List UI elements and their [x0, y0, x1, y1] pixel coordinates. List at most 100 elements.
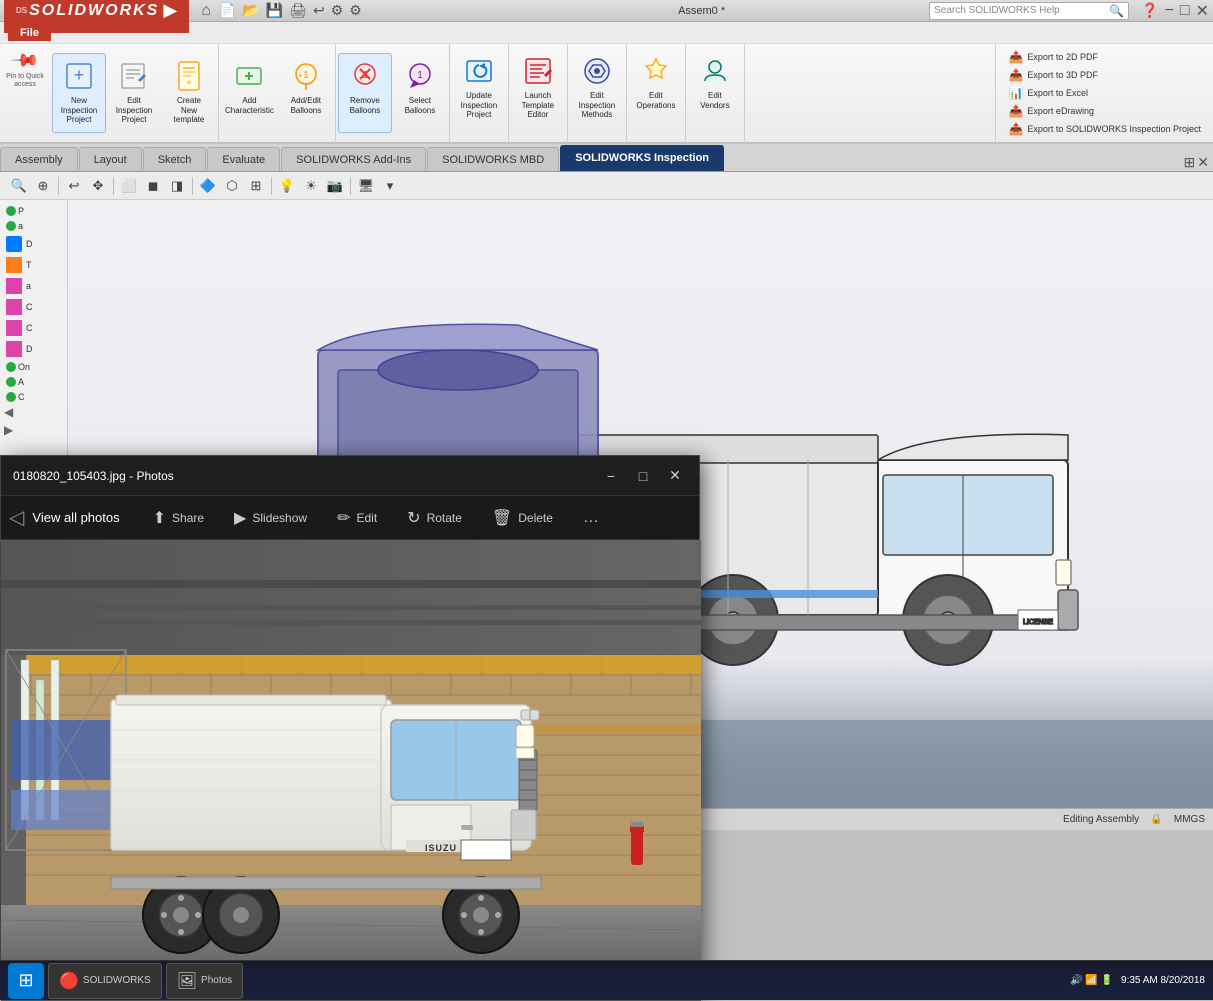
inspection-project-group: + NewInspectionProject EditInspectionPro… — [50, 44, 219, 142]
edit-inspection-project-button[interactable]: EditInspectionProject — [107, 53, 161, 133]
lp-item-d: D — [4, 234, 63, 254]
export-sw-project-button[interactable]: 📤 Export to SOLIDWORKS Inspection Projec… — [1004, 120, 1205, 138]
taskbar-solidworks-item[interactable]: 🔴 SOLIDWORKS — [48, 963, 162, 999]
photos-minimize-btn[interactable]: − — [599, 464, 623, 488]
ds-prefix: DS — [16, 6, 27, 15]
wireframe-btn[interactable]: ⬜ — [118, 175, 140, 197]
share-btn[interactable]: ⬆ Share — [140, 501, 217, 535]
maximize-sw-btn[interactable]: □ — [1180, 2, 1190, 20]
add-characteristic-button[interactable]: AddCharacteristic — [221, 53, 278, 133]
settings-icon[interactable]: ⚙ — [349, 2, 362, 19]
ribbon-toolbar: 📌 Pin to Quickaccess + NewInspectionProj… — [0, 44, 1213, 144]
photos-close-btn[interactable]: ✕ — [663, 464, 687, 488]
undo-icon[interactable]: ↩ — [313, 2, 325, 19]
edit-inspection-methods-button[interactable]: EditInspectionMethods — [570, 48, 624, 138]
tab-solidworks-addins[interactable]: SOLIDWORKS Add-Ins — [281, 147, 426, 171]
expand-left-panel[interactable]: ▶ — [4, 423, 63, 437]
pin-button[interactable]: 📌 Pin to Quickaccess — [0, 44, 50, 142]
system-top-bar: DS SOLIDWORKS ▶ ⌂ 📄 📂 💾 🖨 ↩ ⚙ ⚙ Assem0 *… — [0, 0, 1213, 22]
tab-sketch[interactable]: Sketch — [143, 147, 207, 171]
rotate-btn[interactable]: ↩ — [63, 175, 85, 197]
perspective-btn[interactable]: 🔷 — [197, 175, 219, 197]
tab-evaluate[interactable]: Evaluate — [207, 147, 280, 171]
tab-assembly[interactable]: Assembly — [0, 147, 78, 171]
export-excel-icon: 📊 — [1008, 86, 1023, 100]
export-excel-button[interactable]: 📊 Export to Excel — [1004, 84, 1205, 102]
export-3d-pdf-button[interactable]: 📤 Export to 3D PDF — [1004, 66, 1205, 84]
lp-item-a2: a — [4, 276, 63, 296]
new-inspection-project-button[interactable]: + NewInspectionProject — [52, 53, 106, 133]
template-editor-group: LaunchTemplateEditor — [509, 44, 568, 142]
tab-solidworks-mbd[interactable]: SOLIDWORKS MBD — [427, 147, 559, 171]
rotate-btn[interactable]: ↻ Rotate — [394, 501, 475, 535]
home-icon[interactable]: ⌂ — [201, 2, 211, 20]
operations-group: EditOperations — [627, 44, 686, 142]
pan-btn[interactable]: ✥ — [87, 175, 109, 197]
export-sw-project-icon: 📤 — [1008, 122, 1023, 136]
normal-view-btn[interactable]: ⬡ — [221, 175, 243, 197]
lp-item-d2: D — [4, 339, 63, 359]
view-orient-btn[interactable]: ⊞ — [245, 175, 267, 197]
appearance-btn[interactable]: 💡 — [276, 175, 298, 197]
new-icon[interactable]: 📄 — [219, 2, 236, 19]
close-sw-btn[interactable]: ✕ — [1196, 1, 1209, 21]
lp-item-p: P — [4, 204, 63, 218]
status-right: Editing Assembly 🔒 MMGS — [1063, 814, 1205, 825]
export-edrawing-button[interactable]: 📤 Export eDrawing — [1004, 102, 1205, 120]
update-inspection-project-button[interactable]: UpdateInspectionProject — [452, 48, 506, 138]
export-2d-pdf-button[interactable]: 📤 Export to 2D PDF — [1004, 48, 1205, 66]
shaded-btn[interactable]: ◼ — [142, 175, 164, 197]
collapse-left-panel[interactable]: ◀ — [4, 405, 63, 419]
lights-btn[interactable]: ☀ — [300, 175, 322, 197]
rebuild-icon[interactable]: ⚙ — [331, 2, 344, 19]
photos-maximize-btn[interactable]: □ — [631, 464, 655, 488]
tab-solidworks-inspection[interactable]: SOLIDWORKS Inspection — [560, 145, 724, 171]
export-edrawing-label: Export eDrawing — [1027, 106, 1094, 116]
open-icon[interactable]: 📂 — [242, 2, 259, 19]
create-new-template-button[interactable]: + CreateNewtemplate — [162, 53, 216, 133]
view-all-photos-btn[interactable]: View all photos — [32, 510, 119, 525]
zoom-in-btn[interactable]: 🔍 — [8, 175, 30, 197]
save-icon[interactable]: 💾 — [266, 2, 283, 19]
edit-btn[interactable]: ✏ Edit — [324, 501, 390, 535]
toolbar-sep-4 — [271, 177, 272, 195]
taskbar-clock: 9:35 AM 8/20/2018 — [1121, 975, 1205, 986]
view-toolbar: 🔍 ⊕ ↩ ✥ ⬜ ◼ ◨ 🔷 ⬡ ⊞ 💡 ☀ 📷 🖥 ▾ — [0, 172, 1213, 200]
more-views-btn[interactable]: ▾ — [379, 175, 401, 197]
tab-layout[interactable]: Layout — [79, 147, 142, 171]
export-3d-pdf-label: Export to 3D PDF — [1027, 70, 1098, 80]
edit-vendors-button[interactable]: EditVendors — [688, 48, 742, 138]
file-menu[interactable]: File — [8, 25, 51, 41]
lp-item-a: a — [4, 219, 63, 233]
photos-taskbar-icon: 🖼 — [177, 971, 197, 991]
select-balloons-label: SelectBalloons — [405, 96, 436, 115]
more-btn[interactable]: … — [570, 502, 612, 534]
lock-icon: 🔒 — [1150, 814, 1162, 825]
taskbar-photos-item[interactable]: 🖼 Photos — [166, 963, 243, 999]
print-icon[interactable]: 🖨 — [289, 2, 307, 19]
rotate-label: Rotate — [427, 511, 462, 525]
display-btn[interactable]: 🖥 — [355, 175, 377, 197]
help-icon[interactable]: ❓ — [1141, 2, 1158, 19]
section-view-btn[interactable]: ◨ — [166, 175, 188, 197]
expand-tab-icon[interactable]: ⊞ — [1184, 154, 1196, 171]
select-balloons-button[interactable]: 1 SelectBalloons — [393, 53, 447, 133]
search-icon[interactable]: 🔍 — [1109, 4, 1124, 18]
start-button[interactable]: ⊞ — [8, 963, 44, 999]
zoom-fit-btn[interactable]: ⊕ — [32, 175, 54, 197]
minimize-sw-btn[interactable]: − — [1165, 2, 1174, 20]
lp-dot-green-2 — [6, 221, 16, 231]
collapse-tab-icon[interactable]: ✕ — [1197, 154, 1209, 171]
inspection-methods-group: EditInspectionMethods — [568, 44, 627, 142]
delete-btn[interactable]: 🗑 Delete — [479, 501, 566, 535]
slideshow-btn[interactable]: ▶ Slideshow — [221, 501, 320, 535]
launch-template-editor-button[interactable]: LaunchTemplateEditor — [511, 48, 565, 138]
remove-balloons-button[interactable]: 1 RemoveBalloons — [338, 53, 392, 133]
camera-btn[interactable]: 📷 — [324, 175, 346, 197]
edit-operations-button[interactable]: EditOperations — [629, 48, 683, 138]
prev-photo-icon[interactable]: ◁ — [9, 505, 24, 530]
add-edit-balloons-button[interactable]: 1+ Add/EditBalloons — [279, 53, 333, 133]
vendors-group: EditVendors — [686, 44, 745, 142]
search-box[interactable]: Search SOLIDWORKS Help 🔍 — [929, 2, 1129, 20]
toolbar-sep-2 — [113, 177, 114, 195]
